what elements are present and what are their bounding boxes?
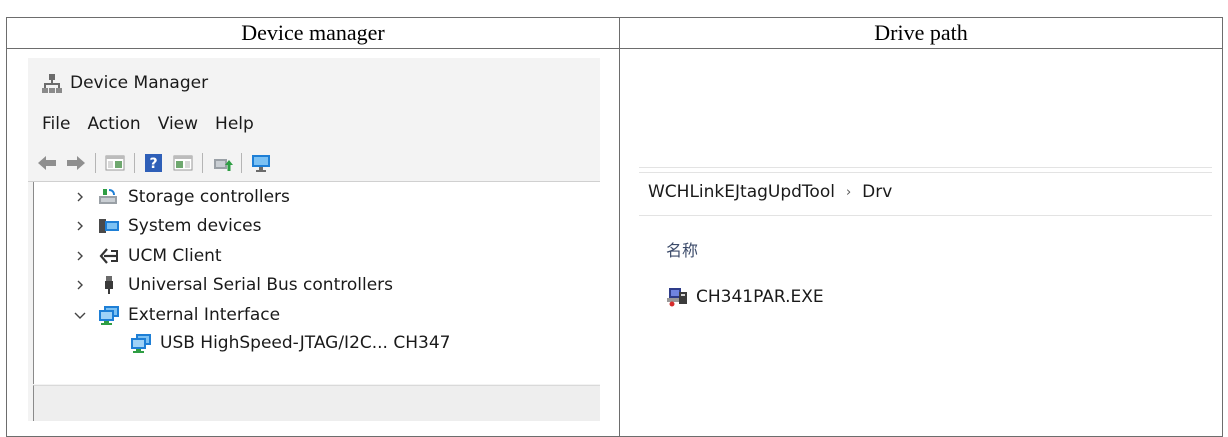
- breadcrumb-folder[interactable]: WCHLinkEJtagUpdTool: [648, 182, 835, 202]
- menu-file[interactable]: File: [42, 114, 70, 134]
- divider-line: [639, 215, 1212, 216]
- chevron-right-icon[interactable]: [72, 189, 88, 205]
- properties-pane-icon[interactable]: [104, 153, 126, 173]
- tree-item-label: Storage controllers: [128, 187, 290, 207]
- update-driver-icon[interactable]: [211, 153, 233, 173]
- header-device-manager: Device manager: [6, 17, 620, 49]
- menu-action[interactable]: Action: [87, 114, 140, 134]
- chevron-right-icon[interactable]: [72, 218, 88, 234]
- file-explorer-pane: WCHLinkEJtagUpdTool › Drv 名称 CH341PAR.EX…: [639, 167, 1212, 421]
- toolbar-separator: [241, 153, 242, 173]
- window-title-bar: Device Manager: [42, 72, 208, 94]
- status-bar: [33, 385, 600, 421]
- device-tree: Storage controllers System devices UCM C…: [33, 182, 600, 384]
- tree-item-system-devices[interactable]: System devices: [72, 214, 262, 238]
- device-manager-window: Device Manager File Action View Help ? S…: [28, 58, 600, 421]
- menu-view[interactable]: View: [158, 114, 198, 134]
- menu-help[interactable]: Help: [215, 114, 254, 134]
- forward-arrow-icon[interactable]: [65, 153, 87, 173]
- chevron-down-icon[interactable]: [72, 307, 88, 323]
- installer-exe-icon: [666, 286, 690, 308]
- svg-text:?: ?: [149, 156, 157, 172]
- tree-item-ch347-device[interactable]: USB HighSpeed-JTAG/I2C... CH347: [130, 331, 450, 355]
- help-icon[interactable]: ?: [143, 153, 165, 173]
- divider-line: [639, 172, 1212, 173]
- tree-item-label: Universal Serial Bus controllers: [128, 275, 394, 295]
- toolbar-separator: [95, 153, 96, 173]
- tree-item-label: External Interface: [128, 305, 281, 325]
- external-interface-icon: [98, 305, 120, 325]
- scan-hardware-icon[interactable]: [250, 153, 272, 173]
- column-header-name[interactable]: 名称: [666, 237, 698, 261]
- breadcrumb: WCHLinkEJtagUpdTool › Drv: [648, 182, 892, 202]
- menu-bar: File Action View Help: [42, 114, 271, 134]
- toolbar-separator: [202, 153, 203, 173]
- device-manager-icon: [42, 73, 62, 93]
- network-device-icon: [130, 333, 152, 353]
- tree-item-usb-controllers[interactable]: Universal Serial Bus controllers: [72, 273, 393, 297]
- file-item[interactable]: CH341PAR.EXE: [666, 286, 824, 308]
- tree-item-label: System devices: [128, 216, 262, 236]
- ucm-client-icon: [98, 246, 120, 266]
- tree-item-ucm-client[interactable]: UCM Client: [72, 244, 222, 268]
- breadcrumb-folder[interactable]: Drv: [862, 182, 892, 202]
- toolbar: ?: [36, 150, 279, 176]
- tree-item-external-interface[interactable]: External Interface: [72, 303, 280, 327]
- system-devices-icon: [98, 216, 120, 236]
- chevron-right-icon[interactable]: [72, 277, 88, 293]
- divider-line: [639, 167, 1212, 168]
- tree-item-storage-controllers[interactable]: Storage controllers: [72, 185, 290, 209]
- window-title: Device Manager: [70, 73, 209, 93]
- show-hide-icon[interactable]: [172, 153, 194, 173]
- file-name: CH341PAR.EXE: [696, 287, 824, 307]
- usb-icon: [98, 275, 120, 295]
- tree-item-label: USB HighSpeed-JTAG/I2C... CH347: [160, 333, 451, 353]
- chevron-right-icon[interactable]: ›: [846, 185, 851, 200]
- toolbar-separator: [134, 153, 135, 173]
- back-arrow-icon[interactable]: [36, 153, 58, 173]
- chevron-right-icon[interactable]: [72, 248, 88, 264]
- storage-controller-icon: [98, 187, 120, 207]
- header-drive-path: Drive path: [619, 17, 1223, 49]
- tree-item-label: UCM Client: [128, 246, 222, 266]
